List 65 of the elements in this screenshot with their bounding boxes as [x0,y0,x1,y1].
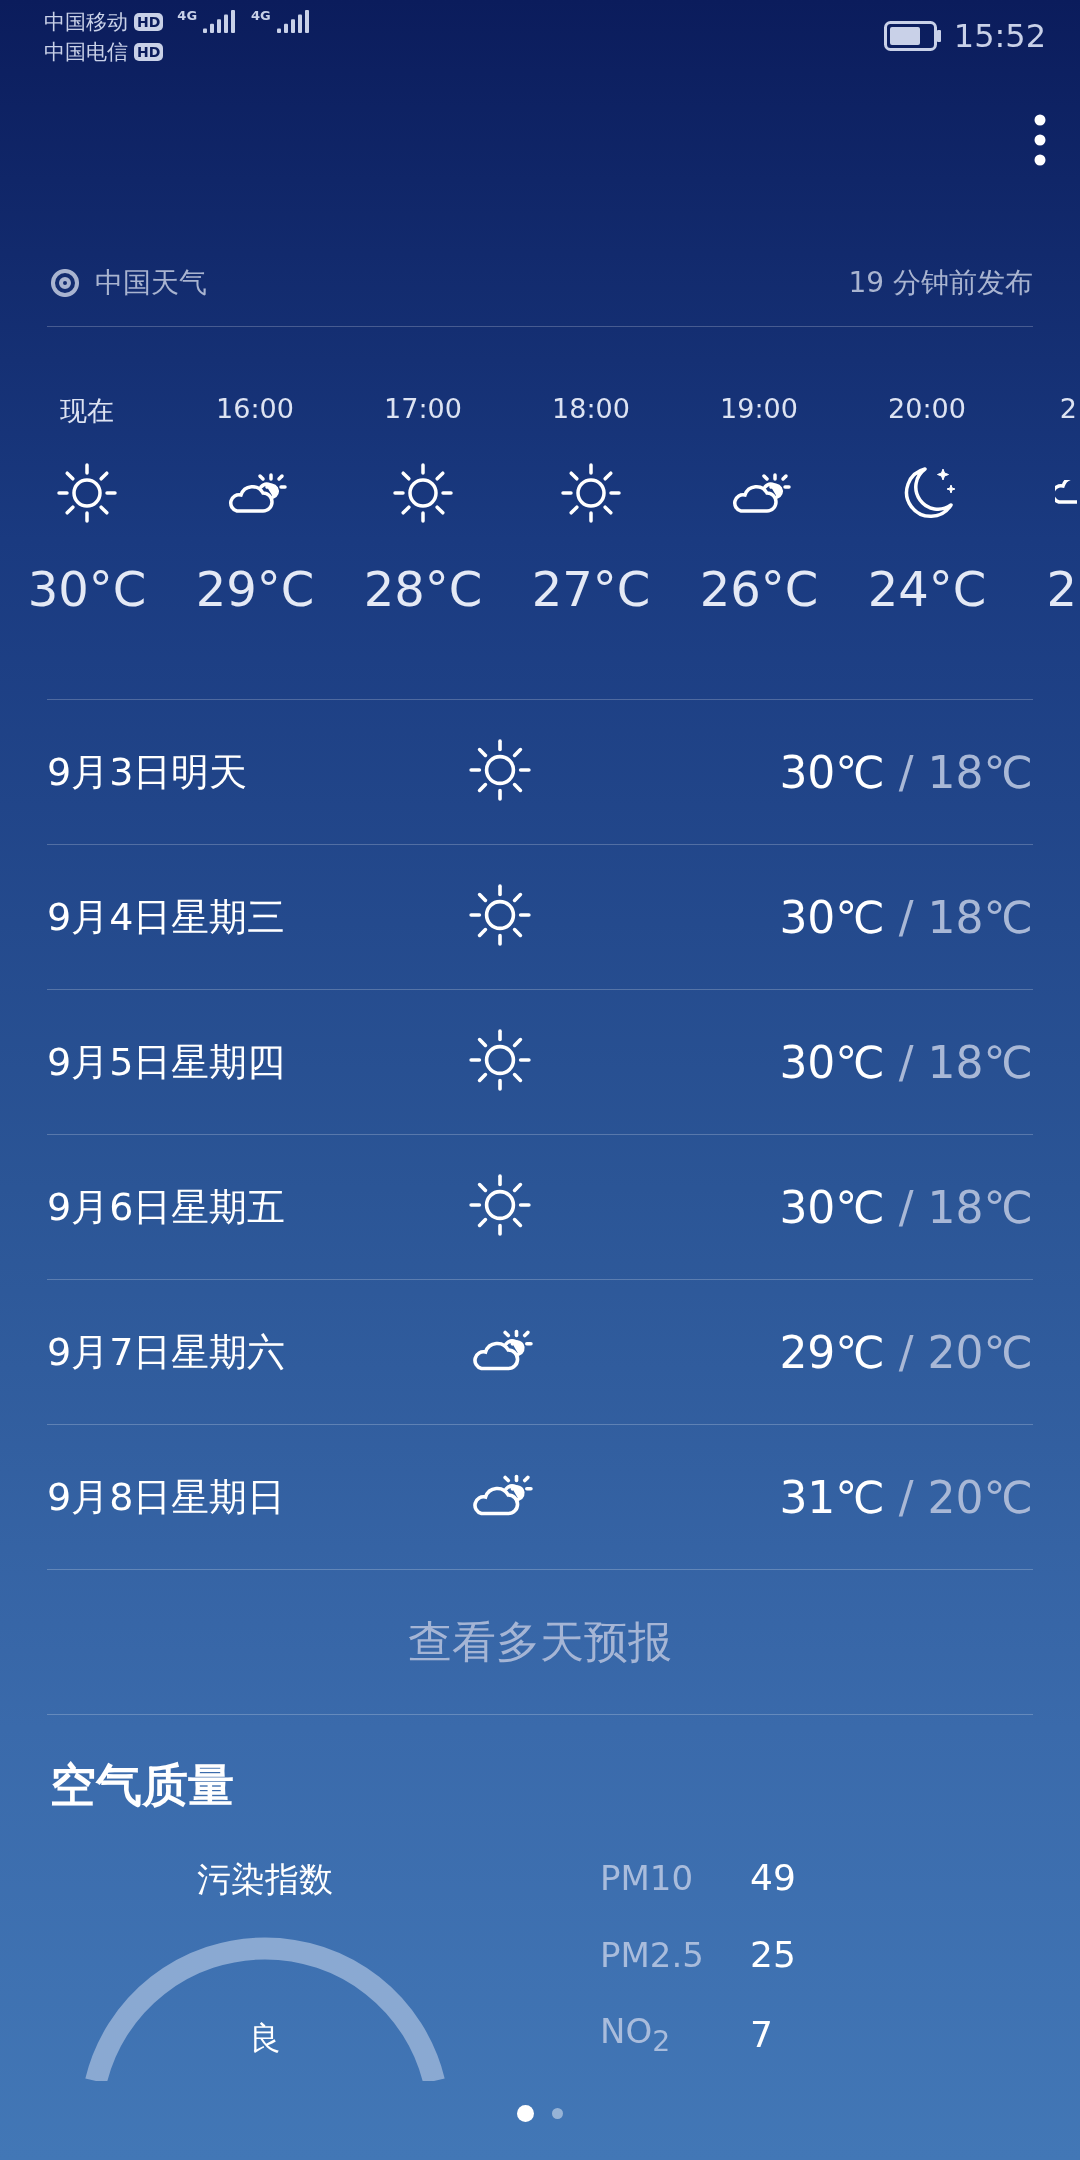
hour-label: 现在 [60,394,114,428]
carrier-name: 中国移动 [44,9,128,36]
carrier-name: 中国电信 [44,39,128,66]
high-temperature: 30℃ [779,1036,885,1088]
hour-label: 16:00 [216,393,294,426]
hd-badge: HD [134,43,164,61]
network-type: 4G [251,8,271,23]
sun-icon [391,461,455,525]
low-temperature: / 18℃ [898,746,1033,798]
sun-icon [467,882,533,948]
hour-label: 19:00 [720,393,798,426]
hour-temperature: 26°C [699,561,819,617]
high-temperature: 31℃ [779,1471,885,1523]
hour-label: 2 [1059,393,1077,426]
sun-icon [467,1027,533,1093]
pollutant-value: 49 [750,1857,797,1898]
forecast-day: 9月7日星期六 [47,1326,467,1378]
published-time: 19 分钟前发布 [848,265,1033,301]
gauge-label: 污染指数 [197,1858,333,1901]
page-dot[interactable] [552,2108,563,2119]
signal-icon [203,9,238,35]
sun-icon [467,1172,533,1238]
hd-badge: HD [134,13,164,31]
pollutant-value: 7 [750,2013,774,2055]
signal-icon [276,9,311,35]
more-forecast-link[interactable]: 查看多天预报 [47,1570,1033,1715]
sun-icon [467,737,533,803]
battery-icon [883,21,942,51]
forecast-day: 9月6日星期五 [47,1181,467,1233]
low-temperature: / 18℃ [898,1181,1033,1233]
pollutant-name: PM10 [600,1857,695,1898]
hour-temperature: 27°C [531,561,651,617]
low-temperature: / 20℃ [898,1471,1033,1523]
more-menu-icon[interactable] [1034,114,1046,166]
pollutant-name: PM2.5 [600,1934,705,1975]
forecast-day: 9月3日明天 [47,746,467,798]
hour-temperature: 29°C [195,561,315,617]
source-name: 中国天气 [95,265,207,301]
pollutant-name: NO$_{2}$ [600,2011,672,2058]
hour-temperature: 2 [1046,561,1077,617]
sun-icon [559,461,623,525]
sun-icon [55,461,119,525]
forecast-day: 9月5日星期四 [47,1036,467,1088]
high-temperature: 30℃ [779,746,885,798]
page-dot[interactable] [517,2105,534,2122]
section-title: 空气质量 [50,1757,235,1814]
low-temperature: / 18℃ [898,891,1033,943]
hour-temperature: 24°C [867,561,987,617]
hour-label: 20:00 [888,393,966,426]
hour-temperature: 30°C [27,561,147,617]
status-time: 15:52 [953,17,1046,55]
pollutant-value: 25 [750,1934,797,1975]
forecast-day: 9月8日星期日 [47,1471,467,1523]
hour-temperature: 28°C [363,561,483,617]
low-temperature: / 18℃ [898,1036,1033,1088]
high-temperature: 30℃ [779,891,885,943]
high-temperature: 30℃ [779,1181,885,1233]
forecast-day: 9月4日星期三 [47,891,467,943]
network-type: 4G [177,8,198,23]
air-quality-grade: 良 [249,2018,281,2059]
high-temperature: 29℃ [779,1326,885,1378]
cloud-icon [1055,480,1077,506]
low-temperature: / 20℃ [898,1326,1033,1378]
hour-label: 18:00 [552,393,630,426]
hour-label: 17:00 [384,393,462,426]
